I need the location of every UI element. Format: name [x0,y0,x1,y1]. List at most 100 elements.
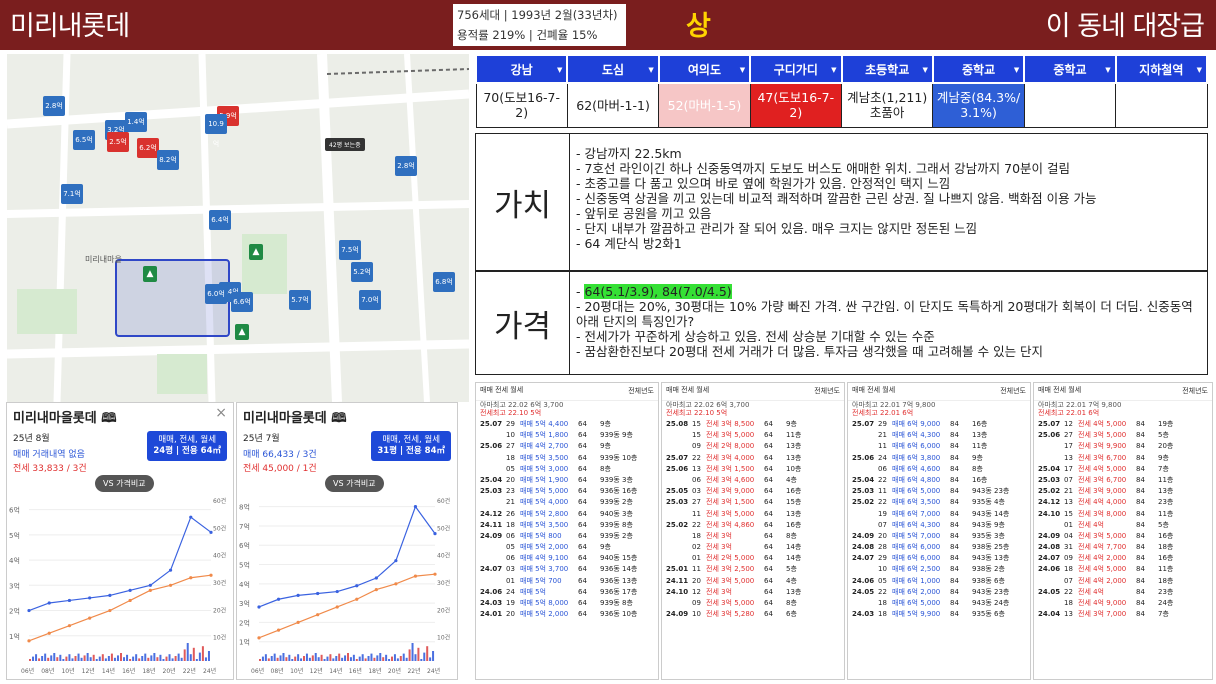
table-row[interactable]: 24.07 29 매매 6억 6,000 84 943동 13층 [848,553,1030,564]
table-row[interactable]: 25.03 23 매매 5억 5,000 64 936동 16층 [476,486,658,497]
commute-header[interactable]: 강남 ▼ [474,54,569,84]
tab-rent[interactable]: 전세 [681,386,694,394]
table-row[interactable]: 24.03 18 매매 5억 9,900 84 935동 6층 [848,609,1030,620]
table-row[interactable]: 25.02 22 전세 3억 4,860 64 16층 [662,520,844,531]
table-row[interactable]: 19 매매 6억 7,000 84 943동 14층 [848,509,1030,520]
tab-monthly[interactable]: 월세 [1068,386,1081,394]
table-row[interactable]: 11 전세 3억 5,000 64 13층 [662,509,844,520]
school-pin-icon[interactable]: ▲ [235,324,249,340]
table-row[interactable]: 25.08 15 전세 3억 8,500 64 9층 [662,419,844,430]
table-row[interactable]: 01 전세 4억 84 5층 [1034,520,1212,531]
tab-trade[interactable]: 매매 [852,386,865,394]
table-row[interactable]: 24.10 12 전세 3억 64 13층 [662,587,844,598]
price-marker[interactable]: 7.0억 [359,290,381,310]
price-marker[interactable]: 5.2억 [351,262,373,282]
table-row[interactable]: 09 전세 3억 5,000 64 8층 [662,598,844,609]
table-row[interactable]: 18 전세 4억 9,000 84 24층 [1034,598,1212,609]
table-row[interactable]: 25.07 22 전세 3억 4,000 64 13층 [662,453,844,464]
table-row[interactable]: 13 전세 3억 6,700 84 9층 [1034,453,1212,464]
table-row[interactable]: 24.12 13 전세 4억 4,000 84 23층 [1034,497,1212,508]
table-row[interactable]: 07 전세 4억 2,000 84 18층 [1034,576,1212,587]
table-row[interactable]: 24.06 05 매매 6억 1,000 84 938동 6층 [848,576,1030,587]
type-size-button[interactable]: 매매, 전세, 월세 31평 | 전용 84㎡ [371,431,451,461]
table-row[interactable]: 06 매매 4억 9,100 64 940동 15층 [476,553,658,564]
tab-monthly[interactable]: 월세 [882,386,895,394]
table-row[interactable]: 25.06 13 전세 3억 1,500 64 10층 [662,464,844,475]
price-marker[interactable]: 2.8억 [43,96,65,116]
table-row[interactable]: 24.09 20 매매 5억 7,000 84 935동 3층 [848,531,1030,542]
table-row[interactable]: 24.05 22 전세 4억 84 23층 [1034,587,1212,598]
tab-rent[interactable]: 전세 [495,386,508,394]
table-row[interactable]: 21 매매 6억 4,300 84 13층 [848,430,1030,441]
tab-rent[interactable]: 전세 [867,386,880,394]
table-row[interactable]: 11 매매 6억 6,000 84 11층 [848,441,1030,452]
table-row[interactable]: 18 전세 3억 64 8층 [662,531,844,542]
table-row[interactable]: 25.06 24 매매 6억 3,800 84 9층 [848,453,1030,464]
year-select[interactable]: 전체년도 [628,386,654,396]
table-row[interactable]: 25.07 29 매매 5억 4,400 64 9층 [476,419,658,430]
table-row[interactable]: 01 전세 2억 5,000 64 14층 [662,553,844,564]
table-row[interactable]: 24.10 15 전세 3억 8,000 84 11층 [1034,509,1212,520]
table-row[interactable]: 15 전세 3억 5,000 64 11층 [662,430,844,441]
year-select[interactable]: 전체년도 [1182,386,1208,396]
table-row[interactable]: 24.06 24 매매 5억 64 936동 17층 [476,587,658,598]
table-row[interactable]: 25.07 12 전세 4억 5,000 84 19층 [1034,419,1212,430]
table-row[interactable]: 01 매매 5억 700 64 936동 13층 [476,576,658,587]
table-row[interactable]: 24.05 22 매매 6억 2,000 84 943동 23층 [848,587,1030,598]
table-row[interactable]: 10 매매 6억 2,500 84 938동 2층 [848,564,1030,575]
table-row[interactable]: 25.01 11 전세 3억 2,500 64 5층 [662,564,844,575]
table-row[interactable]: 02 전세 3억 64 14층 [662,542,844,553]
commute-header[interactable]: 구디가디 ▼ [749,54,843,84]
tab-trade[interactable]: 매매 [480,386,493,394]
table-row[interactable]: 24.09 04 전세 3억 5,000 84 16층 [1034,531,1212,542]
table-row[interactable]: 17 전세 3억 9,900 84 20층 [1034,441,1212,452]
table-row[interactable]: 24.07 09 전세 4억 2,000 84 16층 [1034,553,1212,564]
table-row[interactable]: 05 매매 5억 2,000 64 9층 [476,542,658,553]
table-row[interactable]: 18 매매 6억 5,000 84 943동 24층 [848,598,1030,609]
table-row[interactable]: 24.01 20 매매 5억 2,000 64 936동 10층 [476,609,658,620]
price-marker[interactable]: 7.1억 [61,184,83,204]
price-marker[interactable]: 6.4억 [209,210,231,230]
tab-monthly[interactable]: 월세 [696,386,709,394]
table-row[interactable]: 24.04 13 전세 3억 7,000 84 7층 [1034,609,1212,620]
tab-monthly[interactable]: 월세 [510,386,523,394]
commute-header[interactable]: 여의도 ▼ [657,54,752,84]
table-row[interactable]: 25.04 22 매매 6억 4,800 84 16층 [848,475,1030,486]
table-row[interactable]: 25.04 17 전세 4억 5,000 84 7층 [1034,464,1212,475]
price-marker[interactable]: 6.8억 [433,272,455,292]
tab-rent[interactable]: 전세 [1053,386,1066,394]
table-row[interactable]: 24.11 20 전세 3억 5,000 64 4층 [662,576,844,587]
close-icon[interactable]: × [215,405,227,421]
tab-trade[interactable]: 매매 [666,386,679,394]
table-row[interactable]: 25.03 07 전세 3억 6,700 84 11층 [1034,475,1212,486]
table-row[interactable]: 06 전세 3억 4,600 64 4층 [662,475,844,486]
table-row[interactable]: 07 매매 6억 4,300 84 943동 9층 [848,520,1030,531]
year-select[interactable]: 전체년도 [814,386,840,396]
table-row[interactable]: 25.02 22 매매 6억 3,500 84 935동 4층 [848,497,1030,508]
commute-header[interactable]: 중학교 ▼ [1023,54,1117,84]
table-row[interactable]: 25.06 27 매매 4억 2,700 64 9층 [476,441,658,452]
price-marker[interactable]: 6.2억 [137,138,159,158]
table-row[interactable]: 06 매매 6억 4,600 84 8층 [848,464,1030,475]
table-row[interactable]: 25.05 03 전세 3억 9,000 64 16층 [662,486,844,497]
table-row[interactable]: 24.08 31 전세 4억 7,700 84 18층 [1034,542,1212,553]
type-size-button[interactable]: 매매, 전세, 월세 24평 | 전용 64㎡ [147,431,227,461]
table-row[interactable]: 10 매매 5억 1,800 64 939동 9층 [476,430,658,441]
table-row[interactable]: 25.07 29 매매 6억 9,000 84 16층 [848,419,1030,430]
school-pin-icon[interactable]: ▲ [249,244,263,260]
commute-header[interactable]: 중학교 ▼ [931,54,1026,84]
table-row[interactable]: 24.12 26 매매 5억 2,800 64 940동 3층 [476,509,658,520]
commute-header[interactable]: 지하철역 ▼ [1114,54,1209,84]
price-marker[interactable]: 8.2억 [157,150,179,170]
table-row[interactable]: 09 전세 2억 8,000 64 13층 [662,441,844,452]
table-row[interactable]: 25.04 20 매매 5억 1,900 64 939동 3층 [476,475,658,486]
table-row[interactable]: 24.11 18 매매 5억 3,500 64 939동 8층 [476,520,658,531]
year-select[interactable]: 전체년도 [1000,386,1026,396]
map-view[interactable]: 미리내마을 42평 보는중 ▲ ▲ ▲ 2.8억 6.5억 3.2억 1.4억 2.5억… [7,54,469,402]
table-row[interactable]: 24.03 19 매매 5억 8,000 64 939동 8층 [476,598,658,609]
price-marker[interactable]: 5.7억 [289,290,311,310]
commute-header[interactable]: 초등학교 ▼ [840,54,934,84]
price-marker[interactable]: 2.8억 [395,156,417,176]
price-marker[interactable]: 10.9억 [205,114,227,148]
price-marker[interactable]: 6.0억 [205,284,227,304]
